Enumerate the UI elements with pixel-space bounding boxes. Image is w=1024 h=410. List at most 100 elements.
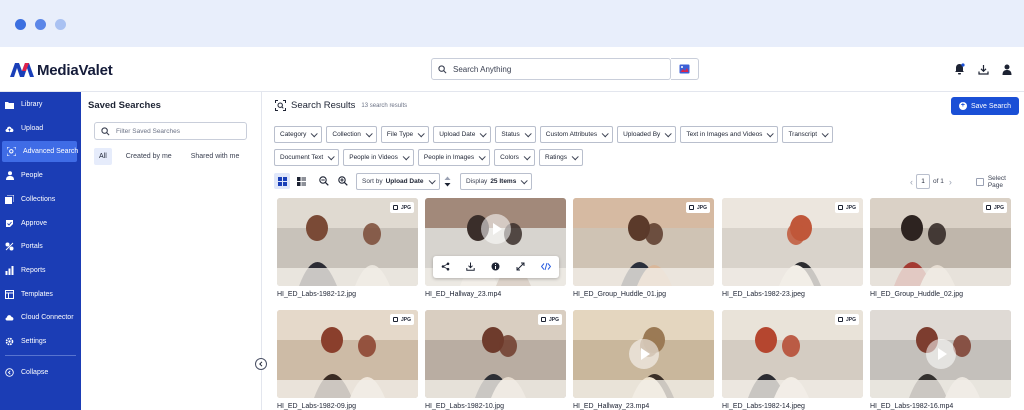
info-icon[interactable]	[491, 258, 500, 276]
asset-filename[interactable]: HI_ED_Group_Huddle_02.jpg	[870, 291, 963, 298]
filter-file-type[interactable]: File Type	[380, 126, 430, 143]
tab-shared-with-me[interactable]: Shared with me	[186, 148, 245, 165]
notifications-button[interactable]	[952, 62, 966, 76]
asset-filename[interactable]: HI_ED_Labs-1982-10.jpg	[425, 403, 504, 410]
expand-icon[interactable]	[516, 258, 525, 276]
asset-thumbnail[interactable]: JPG	[425, 310, 566, 398]
asset-thumbnail[interactable]	[573, 310, 714, 398]
saved-searches-filter-input[interactable]: Filter Saved Searches	[94, 122, 247, 140]
asset-filename[interactable]: HI_ED_Labs-1982-16.mp4	[870, 403, 953, 410]
sidebar-item-cloud-connector[interactable]: Cloud Connector	[0, 307, 81, 328]
list-view-button[interactable]	[293, 173, 309, 189]
filter-text-in-images-and-videos[interactable]: Text in Images and Videos	[680, 126, 779, 143]
window-minimize-dot[interactable]	[35, 19, 46, 30]
asset-filename[interactable]: HI_ED_Group_Huddle_01.jpg	[573, 291, 666, 298]
prev-page-button[interactable]: ‹	[910, 177, 913, 187]
sidebar-item-portals[interactable]: Portals	[0, 236, 81, 257]
chevron-down-icon	[327, 153, 335, 161]
display-value: 25 Items	[490, 178, 517, 185]
filter-custom-attributes[interactable]: Custom Attributes	[539, 126, 614, 143]
filter-uploaded-by[interactable]: Uploaded By	[617, 126, 677, 143]
filter-upload-date[interactable]: Upload Date	[433, 126, 492, 143]
collections-icon	[5, 195, 14, 204]
zoom-in-button[interactable]	[335, 173, 351, 189]
asset-thumbnail[interactable]: JPG	[870, 198, 1011, 286]
sidebar-item-label: Portals	[21, 243, 43, 250]
page-number-input[interactable]: 1	[916, 174, 930, 189]
visual-search-button[interactable]	[671, 58, 699, 80]
asset-filename[interactable]: HI_ED_Hallway_23.mp4	[425, 291, 501, 298]
asset-filename[interactable]: HI_ED_Labs-1982-23.jpeg	[722, 291, 805, 298]
sidebar-item-settings[interactable]: Settings	[0, 331, 81, 352]
file-type-label: JPG	[548, 316, 559, 323]
filter-label: Colors	[500, 154, 519, 161]
user-account-button[interactable]	[1000, 62, 1014, 76]
global-search-input[interactable]: Search Anything	[431, 58, 671, 80]
sort-direction-button[interactable]	[442, 173, 452, 189]
sidebar-item-upload[interactable]: Upload	[0, 118, 81, 139]
filter-status[interactable]: Status	[495, 126, 536, 143]
filter-transcript[interactable]: Transcript	[782, 126, 834, 143]
window-close-dot[interactable]	[15, 19, 26, 30]
brand-logo[interactable]: MediaValet	[9, 59, 113, 81]
select-page-toggle[interactable]: Select Page	[976, 173, 1022, 190]
chevron-down-icon	[571, 153, 579, 161]
asset-thumbnail[interactable]: JPG	[573, 198, 714, 286]
asset-thumbnail[interactable]: JPG	[277, 198, 418, 286]
file-type-badge: JPG	[389, 202, 414, 213]
file-type-badge: JPG	[834, 314, 859, 325]
asset-thumbnail[interactable]: JPG	[722, 310, 863, 398]
play-icon[interactable]	[629, 339, 659, 369]
sidebar-item-approve[interactable]: Approve	[0, 213, 81, 234]
downloads-button[interactable]	[976, 62, 990, 76]
lock-icon	[392, 205, 398, 210]
save-search-button[interactable]: + Save Search	[951, 97, 1019, 115]
share-icon[interactable]	[441, 258, 450, 276]
asset-filename[interactable]: HI_ED_Labs-1982-12.jpg	[277, 291, 356, 298]
sidebar-item-advanced-search[interactable]: Advanced Search	[2, 141, 78, 162]
lock-icon	[540, 317, 546, 322]
templates-icon	[5, 290, 14, 299]
chevron-down-icon	[767, 130, 775, 138]
tab-created-by-me[interactable]: Created by me	[121, 148, 177, 165]
lock-icon	[985, 205, 991, 210]
sidebar-item-reports[interactable]: Reports	[0, 260, 81, 281]
file-type-badge: JPG	[834, 202, 859, 213]
asset-thumbnail[interactable]: JPG	[722, 198, 863, 286]
play-icon[interactable]	[926, 339, 956, 369]
search-results-title: Search Results	[291, 100, 356, 111]
filter-collection[interactable]: Collection	[326, 126, 377, 143]
sidebar-collapse-button[interactable]: Collapse	[0, 362, 81, 383]
download-icon[interactable]	[466, 258, 475, 276]
filter-label: File Type	[386, 131, 414, 138]
select-page-checkbox[interactable]	[976, 177, 984, 186]
grid-view-button[interactable]	[274, 173, 290, 189]
filter-people-in-videos[interactable]: People in Videos	[343, 149, 414, 166]
zoom-out-button[interactable]	[316, 173, 332, 189]
sidebar-item-library[interactable]: Library	[0, 94, 81, 115]
filter-ratings[interactable]: Ratings	[538, 149, 583, 166]
next-page-button[interactable]: ›	[949, 177, 952, 187]
display-count-select[interactable]: Display 25 Items	[460, 173, 533, 190]
filter-colors[interactable]: Colors	[494, 149, 535, 166]
asset-filename[interactable]: HI_ED_Labs-1982-09.jpg	[277, 403, 356, 410]
sort-by-label: Sort by	[362, 178, 383, 185]
asset-filename[interactable]: HI_ED_Labs-1982-14.jpeg	[722, 403, 805, 410]
pagination: ‹ 1 of 1 ›	[910, 173, 952, 190]
filter-people-in-images[interactable]: People in Images	[417, 149, 491, 166]
sidebar-item-templates[interactable]: Templates	[0, 284, 81, 305]
sidebar-item-people[interactable]: People	[0, 165, 81, 186]
collapse-panel-button[interactable]	[255, 358, 267, 370]
asset-filename[interactable]: HI_ED_Hallway_23.mp4	[573, 403, 649, 410]
embed-code-icon[interactable]	[540, 258, 552, 276]
sidebar-item-collections[interactable]: Collections	[0, 189, 81, 210]
sort-by-select[interactable]: Sort by Upload Date	[356, 173, 440, 190]
window-maximize-dot[interactable]	[55, 19, 66, 30]
asset-thumbnail[interactable]	[870, 310, 1011, 398]
filter-document-text[interactable]: Document Text	[274, 149, 340, 166]
asset-thumbnail[interactable]	[425, 198, 566, 286]
filter-category[interactable]: Category	[274, 126, 323, 143]
play-icon[interactable]	[481, 214, 511, 244]
tab-all[interactable]: All	[94, 148, 112, 165]
asset-thumbnail[interactable]: JPG	[277, 310, 418, 398]
